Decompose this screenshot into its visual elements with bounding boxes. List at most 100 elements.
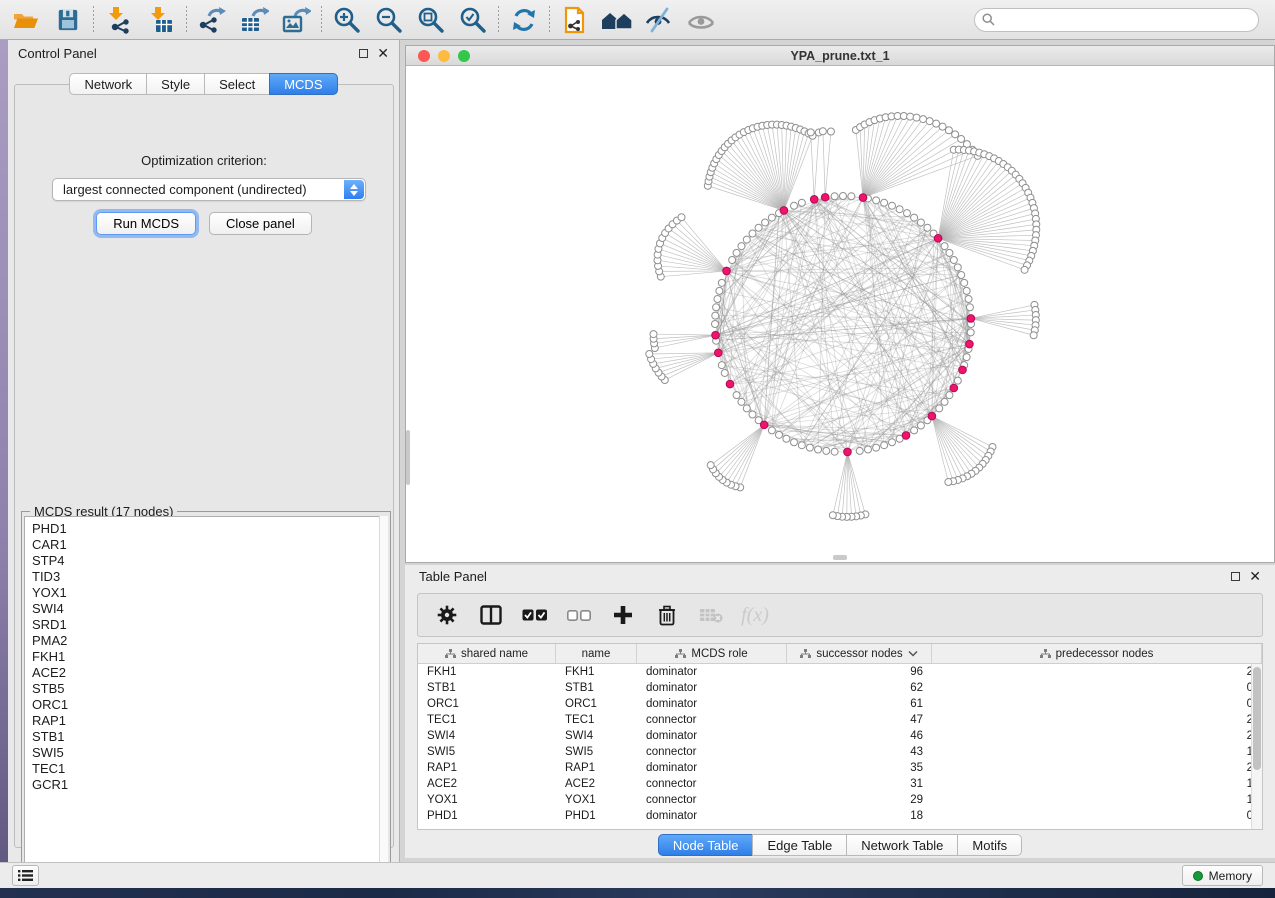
network-node[interactable]	[945, 479, 952, 486]
table-row[interactable]: SWI4SWI4dominator462	[418, 728, 1262, 744]
cell-name[interactable]: FKH1	[556, 666, 637, 678]
column-header-name[interactable]: name	[556, 644, 637, 663]
cell-name[interactable]: YOX1	[556, 794, 637, 806]
mcds-result-item[interactable]: RAP1	[32, 713, 385, 729]
float-panel-icon[interactable]	[359, 49, 368, 58]
cell-shared-name[interactable]: ORC1	[418, 698, 556, 710]
cell-successor-nodes[interactable]: 18	[787, 810, 932, 822]
network-node[interactable]	[791, 202, 798, 209]
mcds-node[interactable]	[726, 380, 734, 388]
new-network-from-selection-icon[interactable]	[557, 3, 593, 37]
network-node[interactable]	[966, 304, 973, 311]
table-row[interactable]: YOX1YOX1connector291	[418, 792, 1262, 808]
cell-shared-name[interactable]: TEC1	[418, 714, 556, 726]
tab-network-table[interactable]: Network Table	[846, 834, 958, 856]
table-row[interactable]: PHD1PHD1dominator180	[418, 808, 1262, 824]
network-node[interactable]	[958, 135, 965, 142]
network-graph[interactable]	[406, 66, 1274, 562]
cell-predecessor-nodes[interactable]: 2	[932, 714, 1262, 726]
cell-mcds-role[interactable]: dominator	[637, 682, 787, 694]
cell-mcds-role[interactable]: dominator	[637, 730, 787, 742]
table-row[interactable]: ORC1ORC1dominator610	[418, 696, 1262, 712]
network-node[interactable]	[911, 214, 918, 221]
network-node[interactable]	[783, 435, 790, 442]
zoom-selected-icon[interactable]	[455, 3, 491, 37]
tab-mcds[interactable]: MCDS	[269, 73, 337, 95]
network-node[interactable]	[714, 296, 721, 303]
network-node[interactable]	[749, 230, 756, 237]
network-node[interactable]	[911, 427, 918, 434]
cell-shared-name[interactable]: PHD1	[418, 810, 556, 822]
network-node[interactable]	[707, 462, 714, 469]
network-node[interactable]	[749, 411, 756, 418]
network-node[interactable]	[815, 446, 822, 453]
network-node[interactable]	[946, 249, 953, 256]
network-node[interactable]	[924, 224, 931, 231]
network-node[interactable]	[738, 243, 745, 250]
cell-predecessor-nodes[interactable]: 2	[932, 762, 1262, 774]
network-node[interactable]	[840, 193, 847, 200]
deselect-all-checkboxes-icon[interactable]	[564, 600, 594, 630]
table-row[interactable]: FKH1FKH1dominator962	[418, 664, 1262, 680]
network-node[interactable]	[904, 210, 911, 217]
cell-shared-name[interactable]: ACE2	[418, 778, 556, 790]
mcds-result-item[interactable]: PHD1	[32, 521, 385, 537]
zoom-fit-icon[interactable]	[413, 3, 449, 37]
cell-successor-nodes[interactable]: 47	[787, 714, 932, 726]
table-scrollbar-thumb[interactable]	[1253, 667, 1261, 770]
network-node[interactable]	[881, 199, 888, 206]
network-node[interactable]	[762, 219, 769, 226]
cell-shared-name[interactable]: FKH1	[418, 666, 556, 678]
network-node[interactable]	[831, 448, 838, 455]
show-panels-menu-button[interactable]	[12, 865, 39, 886]
network-node[interactable]	[946, 392, 953, 399]
network-node[interactable]	[718, 362, 725, 369]
network-node[interactable]	[678, 214, 685, 221]
network-node[interactable]	[650, 331, 657, 338]
cell-successor-nodes[interactable]: 96	[787, 666, 932, 678]
network-node[interactable]	[1021, 266, 1028, 273]
network-node[interactable]	[713, 304, 720, 311]
cell-predecessor-nodes[interactable]: 1	[932, 746, 1262, 758]
mcds-node[interactable]	[712, 331, 720, 339]
cell-shared-name[interactable]: SWI5	[418, 746, 556, 758]
table-row[interactable]: TEC1TEC1connector472	[418, 712, 1262, 728]
network-node[interactable]	[791, 439, 798, 446]
network-node[interactable]	[807, 129, 814, 136]
cell-name[interactable]: SWI5	[556, 746, 637, 758]
network-node[interactable]	[945, 127, 952, 134]
cell-predecessor-nodes[interactable]: 2	[932, 666, 1262, 678]
minimize-window-light[interactable]	[438, 50, 450, 62]
cell-mcds-role[interactable]: dominator	[637, 666, 787, 678]
table-row[interactable]: RAP1RAP1dominator352	[418, 760, 1262, 776]
network-node[interactable]	[829, 512, 836, 519]
mcds-node[interactable]	[821, 193, 829, 201]
cell-predecessor-nodes[interactable]: 1	[932, 778, 1262, 790]
network-node[interactable]	[755, 224, 762, 231]
mcds-node[interactable]	[902, 432, 910, 440]
network-node[interactable]	[913, 114, 920, 121]
maximize-window-light[interactable]	[458, 50, 470, 62]
network-node[interactable]	[768, 427, 775, 434]
network-node[interactable]	[827, 128, 834, 135]
mcds-node[interactable]	[959, 366, 967, 374]
tab-select[interactable]: Select	[204, 73, 270, 95]
network-node[interactable]	[961, 279, 968, 286]
mcds-node[interactable]	[928, 412, 936, 420]
cell-predecessor-nodes[interactable]: 0	[932, 698, 1262, 710]
column-header-mcds-role[interactable]: MCDS role	[637, 644, 787, 663]
search-input[interactable]	[974, 8, 1259, 32]
network-node[interactable]	[881, 442, 888, 449]
network-node[interactable]	[941, 398, 948, 405]
network-node[interactable]	[848, 193, 855, 200]
network-node[interactable]	[907, 113, 914, 120]
network-node[interactable]	[917, 219, 924, 226]
cell-successor-nodes[interactable]: 31	[787, 778, 932, 790]
network-node[interactable]	[768, 214, 775, 221]
network-node[interactable]	[967, 329, 974, 336]
show-columns-icon[interactable]	[476, 600, 506, 630]
cell-mcds-role[interactable]: dominator	[637, 810, 787, 822]
tab-motifs[interactable]: Motifs	[957, 834, 1022, 856]
cell-shared-name[interactable]: YOX1	[418, 794, 556, 806]
cell-successor-nodes[interactable]: 43	[787, 746, 932, 758]
